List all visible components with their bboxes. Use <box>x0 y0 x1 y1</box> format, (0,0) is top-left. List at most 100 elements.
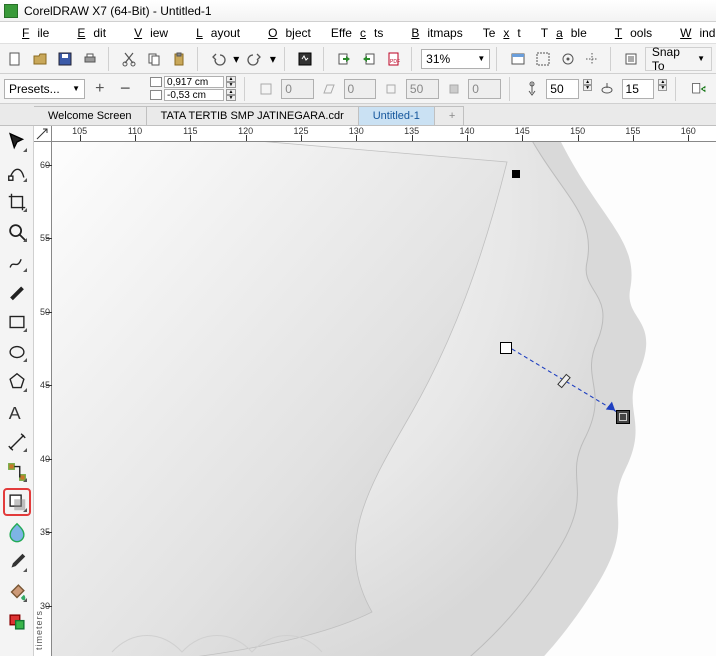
smart-fill-tool[interactable] <box>5 610 29 634</box>
paste-button[interactable] <box>168 47 191 71</box>
skew-icon <box>318 77 340 101</box>
doctab-file[interactable]: TATA TERTIB SMP JATINEGARA.cdr <box>147 106 359 125</box>
menu-layout[interactable]: Layout <box>180 24 248 42</box>
parallel-dimension-tool[interactable] <box>5 430 29 454</box>
rotation-field-2: 0 <box>344 79 377 99</box>
menu-bitmaps[interactable]: Bitmaps <box>395 24 470 42</box>
zoom-tool[interactable] <box>5 220 29 244</box>
menu-bar: File Edit View Layout Object Effects Bit… <box>0 22 716 44</box>
doctab-untitled[interactable]: Untitled-1 <box>359 106 435 125</box>
snap-label: Snap To <box>652 45 693 73</box>
presets-select[interactable]: Presets... ▼ <box>4 79 85 99</box>
selection-handle[interactable] <box>512 170 520 178</box>
menu-table[interactable]: Table <box>533 24 595 42</box>
chevron-down-icon: ▼ <box>477 54 485 63</box>
doctab-welcome[interactable]: Welcome Screen <box>34 106 147 125</box>
pick-tool[interactable] <box>5 130 29 154</box>
search-button[interactable] <box>294 47 317 71</box>
ruler-origin[interactable] <box>34 126 52 142</box>
redo-button[interactable] <box>243 47 266 71</box>
menu-window[interactable]: Window <box>664 24 716 42</box>
rotation-field-1: 0 <box>281 79 314 99</box>
artwork-svg <box>52 142 716 656</box>
canvas-area: 105110115120125130135140145150155160 tim… <box>34 126 716 656</box>
menu-tools[interactable]: Tools <box>599 24 660 42</box>
snap-to-button[interactable]: Snap To ▼ <box>645 47 712 71</box>
height-field[interactable]: -0,53 cm <box>164 89 224 101</box>
show-rulers-button[interactable] <box>531 47 554 71</box>
zoom-select[interactable]: 31% ▼ <box>421 49 490 69</box>
menu-effects[interactable]: Effects <box>323 24 391 42</box>
redo-more-button[interactable]: ▾ <box>268 47 278 71</box>
undo-button[interactable] <box>207 47 230 71</box>
preset-remove-button[interactable]: − <box>115 77 137 101</box>
shape-tool[interactable] <box>5 160 29 184</box>
cut-button[interactable] <box>118 47 141 71</box>
menu-text[interactable]: Text <box>475 24 529 42</box>
color-eyedropper-tool[interactable] <box>5 550 29 574</box>
width-icon <box>150 77 162 87</box>
workspace: A 105110115120125130135140145150155160 t… <box>0 126 716 656</box>
object-size-group: 0,917 cm ▲▼ -0,53 cm ▲▼ <box>150 76 236 101</box>
copy-button[interactable] <box>143 47 166 71</box>
menu-view[interactable]: View <box>118 24 176 42</box>
print-button[interactable] <box>79 47 102 71</box>
document-tabs: Welcome Screen TATA TERTIB SMP JATINEGAR… <box>0 104 716 126</box>
title-text: CorelDRAW X7 (64-Bit) - Untitled-1 <box>24 4 212 18</box>
accel-skew-field[interactable]: 15 <box>622 79 655 99</box>
rectangle-tool[interactable] <box>5 310 29 334</box>
toolbox: A <box>0 126 34 656</box>
freehand-tool[interactable] <box>5 250 29 274</box>
vertical-ruler[interactable]: timeters 60555045403530 <box>34 142 52 656</box>
open-button[interactable] <box>29 47 52 71</box>
accel-skew-spinner[interactable]: ▲▼ <box>658 79 667 99</box>
crop-tool[interactable] <box>5 190 29 214</box>
preset-add-button[interactable]: + <box>89 77 111 101</box>
accel-spread-field[interactable]: 50 <box>546 79 579 99</box>
fill-end-node[interactable] <box>616 410 630 424</box>
export-button[interactable] <box>357 47 380 71</box>
import-button[interactable] <box>332 47 355 71</box>
chevron-down-icon: ▼ <box>72 84 80 93</box>
show-guides-button[interactable] <box>581 47 604 71</box>
ellipse-tool[interactable] <box>5 340 29 364</box>
undo-more-button[interactable]: ▾ <box>231 47 241 71</box>
accel-spread-spinner[interactable]: ▲▼ <box>583 79 592 99</box>
horizontal-ruler[interactable]: 105110115120125130135140145150155160 <box>52 126 716 142</box>
copy-fill-button[interactable] <box>687 78 712 100</box>
width-field[interactable]: 0,917 cm <box>164 76 224 88</box>
connector-tool[interactable] <box>5 460 29 484</box>
fill-start-node[interactable] <box>500 342 512 354</box>
doctab-add[interactable]: + <box>435 106 464 125</box>
svg-text:PDF: PDF <box>390 59 400 65</box>
app-icon <box>4 4 18 18</box>
show-grid-button[interactable] <box>556 47 579 71</box>
edge-icon <box>443 77 465 101</box>
width-spinner[interactable]: ▲▼ <box>226 76 236 88</box>
artistic-media-tool[interactable] <box>5 280 29 304</box>
drawing-canvas[interactable] <box>52 142 716 656</box>
save-button[interactable] <box>54 47 77 71</box>
polygon-tool[interactable] <box>5 370 29 394</box>
transparency-tool[interactable] <box>5 520 29 544</box>
height-icon <box>150 90 162 100</box>
accel-fountain-icon <box>521 77 543 101</box>
new-button[interactable] <box>4 47 27 71</box>
text-tool[interactable]: A <box>5 400 29 424</box>
title-bar: CorelDRAW X7 (64-Bit) - Untitled-1 <box>0 0 716 22</box>
menu-edit[interactable]: Edit <box>61 24 114 42</box>
svg-text:A: A <box>8 403 20 423</box>
standard-toolbar: ▾ ▾ PDF 31% ▼ Snap To ▼ <box>0 44 716 74</box>
height-spinner[interactable]: ▲▼ <box>226 89 236 101</box>
menu-file[interactable]: File <box>6 24 57 42</box>
options-button[interactable] <box>620 47 643 71</box>
rotation-field-4: 0 <box>468 79 501 99</box>
interactive-fill-tool[interactable] <box>5 580 29 604</box>
fullscreen-button[interactable] <box>506 47 529 71</box>
property-bar: Presets... ▼ + − 0,917 cm ▲▼ -0,53 cm ▲▼… <box>0 74 716 104</box>
rotation-icon <box>256 77 278 101</box>
publish-pdf-button[interactable]: PDF <box>382 47 405 71</box>
zoom-value: 31% <box>426 52 450 66</box>
menu-object[interactable]: Object <box>252 24 319 42</box>
drop-shadow-tool[interactable] <box>5 490 29 514</box>
